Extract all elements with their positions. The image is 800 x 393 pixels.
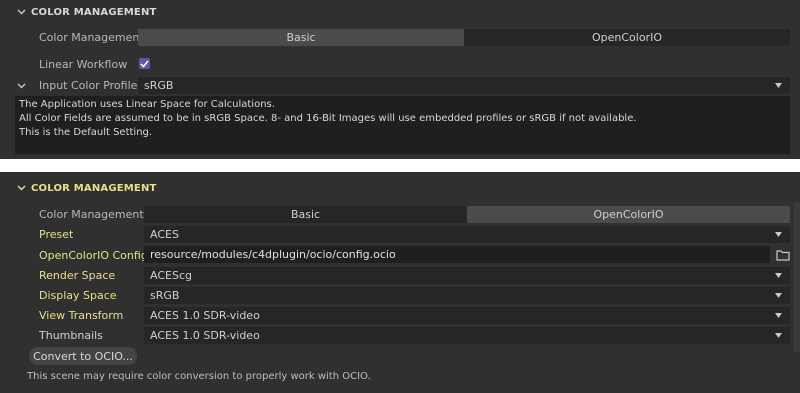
linear-workflow-label: Linear Workflow (39, 58, 128, 71)
display-space-value: sRGB (150, 289, 180, 302)
folder-icon[interactable] (776, 249, 790, 261)
preset-label: Preset (39, 228, 74, 241)
scrollbar[interactable] (794, 202, 800, 352)
dropdown-arrow-icon (775, 293, 782, 298)
view-transform-dropdown[interactable]: ACES 1.0 SDR-video (144, 307, 790, 324)
ocio-config-field[interactable]: resource/modules/c4dplugin/ocio/config.o… (144, 246, 770, 263)
thumbnails-dropdown[interactable]: ACES 1.0 SDR-video (144, 327, 790, 344)
color-management-panel-basic: COLOR MANAGEMENT Color Management Basic … (0, 0, 800, 159)
render-space-value: ACEScg (150, 269, 192, 282)
color-management-label: Color Management (39, 208, 144, 221)
section-title: COLOR MANAGEMENT (31, 6, 157, 18)
chevron-down-icon[interactable] (15, 182, 27, 194)
checkmark-icon (140, 60, 149, 68)
input-color-profile-value: sRGB (144, 79, 174, 92)
thumbnails-label: Thumbnails (39, 329, 103, 342)
mode-ocio-button[interactable]: OpenColorIO (464, 29, 790, 46)
view-transform-label: View Transform (39, 309, 124, 322)
ocio-config-value: resource/modules/c4dplugin/ocio/config.o… (150, 248, 396, 261)
display-space-dropdown[interactable]: sRGB (144, 287, 790, 304)
dropdown-arrow-icon (775, 273, 782, 278)
section-header[interactable]: COLOR MANAGEMENT (0, 0, 800, 24)
preset-value: ACES (150, 228, 179, 241)
chevron-down-icon[interactable] (15, 80, 27, 92)
preset-dropdown[interactable]: ACES (144, 226, 790, 243)
convert-to-ocio-button[interactable]: Convert to OCIO... (29, 347, 137, 365)
description-line: The Application uses Linear Space for Ca… (19, 99, 275, 110)
mode-switch: Basic OpenColorIO (144, 206, 790, 223)
section-title: COLOR MANAGEMENT (31, 182, 157, 194)
input-color-profile-label: Input Color Profile (39, 79, 138, 92)
ocio-config-label: OpenColorIO Config (39, 249, 148, 262)
dropdown-arrow-icon (775, 232, 782, 237)
section-header[interactable]: COLOR MANAGEMENT (0, 176, 800, 200)
linear-workflow-checkbox[interactable] (139, 58, 150, 69)
mode-switch: Basic OpenColorIO (138, 29, 790, 46)
description-line: All Color Fields are assumed to be in sR… (19, 113, 637, 124)
render-space-label: Render Space (39, 269, 116, 282)
view-transform-value: ACES 1.0 SDR-video (150, 309, 260, 322)
description-line: This is the Default Setting. (19, 127, 153, 138)
chevron-down-icon[interactable] (15, 6, 27, 18)
dropdown-arrow-icon (775, 313, 782, 318)
color-management-panel-ocio: COLOR MANAGEMENT Color Management Basic … (0, 172, 800, 393)
render-space-dropdown[interactable]: ACEScg (144, 267, 790, 284)
input-color-profile-dropdown[interactable]: sRGB (138, 77, 790, 94)
dropdown-arrow-icon (775, 333, 782, 338)
ocio-note: This scene may require color conversion … (27, 371, 371, 382)
mode-ocio-button[interactable]: OpenColorIO (467, 206, 790, 223)
dropdown-arrow-icon (775, 83, 782, 88)
color-management-label: Color Management (39, 31, 144, 44)
description-box: The Application uses Linear Space for Ca… (15, 96, 790, 154)
thumbnails-value: ACES 1.0 SDR-video (150, 329, 260, 342)
mode-basic-button[interactable]: Basic (144, 206, 467, 223)
display-space-label: Display Space (39, 289, 117, 302)
mode-basic-button[interactable]: Basic (138, 29, 464, 46)
